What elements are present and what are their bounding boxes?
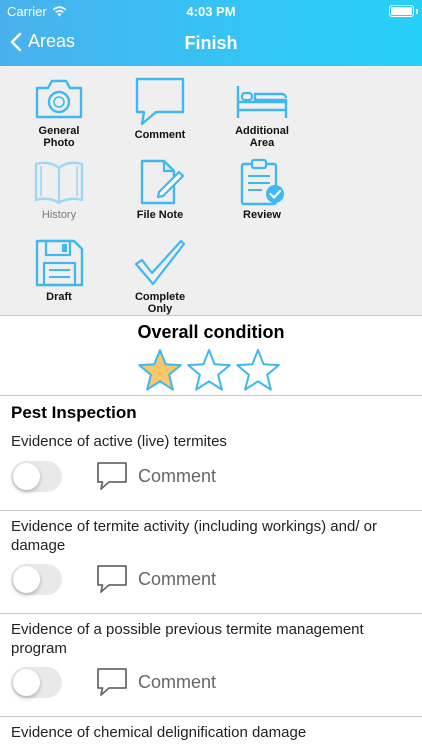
camera-icon	[35, 79, 83, 119]
item-toggle[interactable]	[11, 564, 62, 595]
tool-grid: General Photo Comment Additional Area Hist…	[0, 66, 422, 316]
star-1-filled-icon[interactable]	[137, 348, 183, 392]
open-book-icon	[34, 161, 84, 205]
document-pencil-icon	[140, 159, 185, 205]
comment-tool-button[interactable]: Comment	[110, 76, 210, 141]
header-bar: Carrier 4:03 PM Areas Finish	[0, 0, 422, 66]
item-title: Evidence of a possible previous termite …	[11, 621, 364, 657]
battery-icon	[389, 5, 414, 17]
clipboard-check-icon	[240, 158, 284, 206]
additional-area-label: Additional Area	[235, 125, 289, 149]
star-rating	[137, 348, 281, 392]
item-comment-button[interactable]: Comment	[96, 564, 216, 594]
status-bar: Carrier 4:03 PM	[0, 0, 422, 22]
overall-condition-section: Overall condition	[0, 316, 422, 396]
comment-bubble-icon	[97, 565, 127, 593]
inspection-item: Evidence of a possible previous termite …	[0, 614, 422, 717]
comment-tool-label: Comment	[134, 129, 186, 141]
comment-bubble-icon	[97, 462, 127, 490]
star-3-icon[interactable]	[235, 348, 281, 392]
inspection-item: Evidence of chemical delignification dam…	[0, 717, 422, 750]
item-title: Evidence of termite activity (including …	[11, 518, 377, 554]
navigation-bar: Areas Finish	[0, 22, 422, 66]
section-title: Pest Inspection	[11, 403, 137, 422]
comment-label: Comment	[138, 671, 217, 692]
draft-button[interactable]: Draft	[9, 238, 109, 303]
item-comment-button[interactable]: Comment	[96, 461, 216, 491]
speech-bubble-icon	[135, 77, 185, 126]
file-note-button[interactable]: File Note	[110, 158, 210, 221]
clock: 4:03 PM	[186, 4, 236, 19]
file-note-label: File Note	[136, 209, 184, 221]
complete-only-button[interactable]: Complete Only	[110, 238, 210, 315]
additional-area-button[interactable]: Additional Area	[212, 76, 312, 149]
floppy-disk-icon	[35, 239, 84, 287]
comment-bubble-icon	[97, 668, 127, 696]
comment-label: Comment	[138, 465, 217, 486]
checkmark-icon	[134, 239, 186, 286]
toggle-knob	[13, 463, 40, 490]
toggle-knob	[13, 669, 40, 696]
complete-only-label: Complete Only	[134, 291, 186, 315]
overall-condition-title: Overall condition	[137, 322, 285, 342]
review-button[interactable]: Review	[212, 158, 312, 221]
general-photo-button[interactable]: General Photo	[9, 76, 109, 149]
item-comment-button[interactable]: Comment	[96, 667, 216, 697]
toggle-knob	[13, 566, 40, 593]
review-label: Review	[243, 209, 281, 221]
history-label: History	[41, 209, 77, 221]
item-title: Evidence of active (live) termites	[11, 433, 227, 450]
page-title: Finish	[184, 33, 238, 53]
general-photo-label: General Photo	[38, 125, 80, 149]
comment-label: Comment	[138, 568, 217, 589]
item-toggle[interactable]	[11, 667, 62, 698]
star-2-icon[interactable]	[186, 348, 232, 392]
item-title: Evidence of chemical delignification dam…	[11, 724, 307, 741]
inspection-item: Evidence of termite activity (including …	[0, 511, 422, 614]
bed-icon	[236, 86, 288, 118]
battery-tip	[416, 9, 418, 14]
history-button[interactable]: History	[9, 158, 109, 221]
draft-label: Draft	[46, 291, 72, 303]
item-toggle[interactable]	[11, 461, 62, 492]
inspection-item: Evidence of active (live) termites Comme…	[0, 428, 422, 511]
